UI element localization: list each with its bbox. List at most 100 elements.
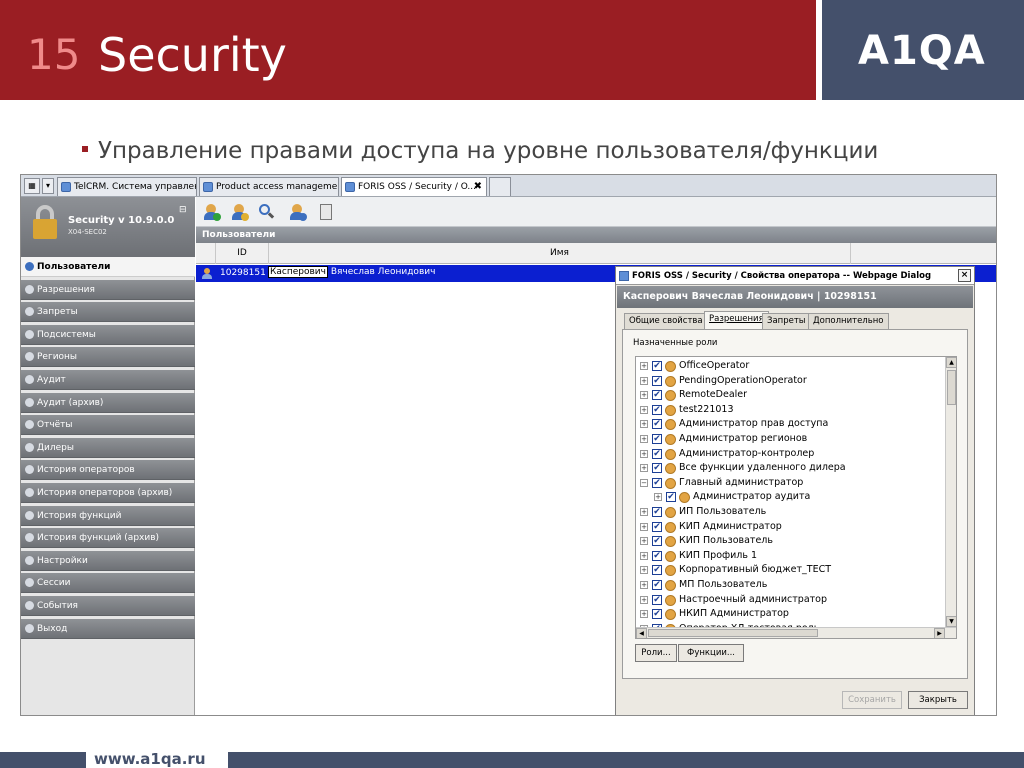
horizontal-scrollbar[interactable]: ◀ ▶ xyxy=(636,627,956,638)
scroll-left-button[interactable]: ◀ xyxy=(636,628,647,638)
role-item[interactable]: + ✔ Все функции удаленного дилера xyxy=(636,461,946,476)
close-icon[interactable]: ✖ xyxy=(474,178,482,196)
sidebar-item[interactable]: Регионы xyxy=(21,347,195,368)
role-item[interactable]: + ✔ PendingOperationOperator xyxy=(636,374,946,389)
role-item[interactable]: + ✔ Корпоративный бюджет_ТЕСТ xyxy=(636,563,946,578)
roles-tree[interactable]: + ✔ OfficeOperator + ✔ PendingOperationOperat… xyxy=(635,356,957,639)
browser-tab-product-access[interactable]: Product access management xyxy=(199,177,339,196)
role-checkbox[interactable]: ✔ xyxy=(652,477,662,488)
sidebar-item[interactable]: Запреты xyxy=(21,302,195,323)
role-item[interactable]: + ✔ OfficeOperator xyxy=(636,359,946,374)
expander-icon[interactable]: + xyxy=(640,391,648,400)
role-item[interactable]: + ✔ Администратор прав доступа xyxy=(636,417,946,432)
role-checkbox[interactable]: ✔ xyxy=(652,390,662,401)
role-checkbox[interactable]: ✔ xyxy=(652,506,662,517)
sidebar-item[interactable]: Аудит (архив) xyxy=(21,392,195,413)
report-icon[interactable] xyxy=(316,202,336,222)
role-checkbox[interactable]: ✔ xyxy=(652,594,662,605)
role-item[interactable]: + ✔ Администратор-контролер xyxy=(636,447,946,462)
sidebar-item[interactable]: История операторов xyxy=(21,460,195,481)
role-checkbox[interactable]: ✔ xyxy=(652,448,662,459)
edit-user-icon[interactable] xyxy=(230,202,250,222)
scroll-down-button[interactable]: ▼ xyxy=(946,616,956,627)
expander-icon[interactable]: + xyxy=(640,376,648,385)
dialog-close-button[interactable]: × xyxy=(958,269,971,282)
role-checkbox[interactable]: ✔ xyxy=(652,565,662,576)
expander-icon[interactable]: + xyxy=(640,537,648,546)
role-item[interactable]: + ✔ Настроечный администратор xyxy=(636,593,946,608)
role-item[interactable]: − ✔ Главный администратор xyxy=(636,476,946,491)
role-checkbox[interactable]: ✔ xyxy=(652,419,662,430)
sidebar-item[interactable]: История функций (архив) xyxy=(21,528,195,549)
expander-icon[interactable]: + xyxy=(640,405,648,414)
role-item[interactable]: + ✔ КИП Пользователь xyxy=(636,534,946,549)
scroll-up-button[interactable]: ▲ xyxy=(946,357,956,368)
tab-additional[interactable]: Дополнительно xyxy=(808,313,889,329)
tab-grid-icon[interactable]: ▦ xyxy=(24,178,40,194)
sidebar-item[interactable]: История функций xyxy=(21,505,195,526)
role-checkbox[interactable]: ✔ xyxy=(652,550,662,561)
role-checkbox[interactable]: ✔ xyxy=(652,375,662,386)
expander-icon[interactable]: + xyxy=(640,566,648,575)
expander-icon[interactable]: + xyxy=(640,522,648,531)
sidebar-item[interactable]: Сессии xyxy=(21,573,195,594)
role-checkbox[interactable]: ✔ xyxy=(652,521,662,532)
expander-icon[interactable]: + xyxy=(640,420,648,429)
close-button[interactable]: Закрыть xyxy=(908,691,968,709)
role-item[interactable]: + ✔ КИП Администратор xyxy=(636,520,946,535)
role-checkbox[interactable]: ✔ xyxy=(666,492,676,503)
user-properties-icon[interactable] xyxy=(288,202,308,222)
sidebar-item[interactable]: Отчёты xyxy=(21,415,195,436)
scroll-thumb[interactable] xyxy=(947,370,956,405)
scroll-thumb[interactable] xyxy=(648,629,818,637)
sidebar-item[interactable]: История операторов (архив) xyxy=(21,483,195,503)
role-item[interactable]: + ✔ ИП Пользователь xyxy=(636,505,946,520)
cell-name[interactable]: Касперович Вячеслав Леонидович xyxy=(268,266,435,280)
sidebar-item[interactable]: Настройки xyxy=(21,550,195,571)
roles-button[interactable]: Роли... xyxy=(635,644,677,662)
browser-tab-telcrm[interactable]: TelCRM. Система управлен... xyxy=(57,177,197,196)
expander-icon[interactable]: − xyxy=(640,478,648,487)
expander-icon[interactable]: + xyxy=(640,434,648,443)
role-item[interactable]: + ✔ Администратор аудита xyxy=(636,490,946,505)
expander-icon[interactable]: + xyxy=(640,610,648,619)
role-checkbox[interactable]: ✔ xyxy=(652,609,662,620)
role-checkbox[interactable]: ✔ xyxy=(652,433,662,444)
cell-name-selected[interactable]: Касперович xyxy=(268,266,328,278)
expander-icon[interactable]: + xyxy=(640,595,648,604)
role-checkbox[interactable]: ✔ xyxy=(652,404,662,415)
new-tab-button[interactable] xyxy=(489,177,511,196)
role-checkbox[interactable]: ✔ xyxy=(652,536,662,547)
role-item[interactable]: + ✔ RemoteDealer xyxy=(636,388,946,403)
role-checkbox[interactable]: ✔ xyxy=(652,579,662,590)
tab-permissions[interactable]: Разрешения xyxy=(704,311,769,329)
functions-button[interactable]: Функции... xyxy=(678,644,744,662)
sidebar-item[interactable]: Пользователи xyxy=(21,257,195,277)
search-icon[interactable] xyxy=(256,202,276,222)
expander-icon[interactable]: + xyxy=(640,464,648,473)
expander-icon[interactable]: + xyxy=(640,580,648,589)
sidebar-item[interactable]: Выход xyxy=(21,618,195,639)
footer-url[interactable]: www.a1qa.ru xyxy=(94,750,206,768)
sidebar-item[interactable]: События xyxy=(21,596,195,616)
expander-icon[interactable]: + xyxy=(654,493,662,502)
expander-icon[interactable]: + xyxy=(640,507,648,516)
vertical-scrollbar[interactable]: ▲ ▼ xyxy=(945,357,956,627)
role-checkbox[interactable]: ✔ xyxy=(652,361,662,371)
role-item[interactable]: + ✔ Администратор регионов xyxy=(636,432,946,447)
role-item[interactable]: + ✔ test221013 xyxy=(636,403,946,418)
add-user-icon[interactable] xyxy=(202,202,222,222)
role-item[interactable]: + ✔ КИП Профиль 1 xyxy=(636,549,946,564)
role-item[interactable]: + ✔ НКИП Администратор xyxy=(636,607,946,622)
scroll-right-button[interactable]: ▶ xyxy=(934,628,945,638)
collapse-icon[interactable]: ⊟ xyxy=(179,205,187,215)
sidebar-item[interactable]: Аудит xyxy=(21,370,195,390)
column-name[interactable]: Имя xyxy=(269,243,851,264)
sidebar-item[interactable]: Дилеры xyxy=(21,437,195,458)
role-item[interactable]: + ✔ МП Пользователь xyxy=(636,578,946,593)
tab-general[interactable]: Общие свойства xyxy=(624,313,708,329)
column-id[interactable]: ID xyxy=(216,243,269,264)
sidebar-item[interactable]: Подсистемы xyxy=(21,324,195,345)
browser-tab-foris-security[interactable]: FORIS OSS / Security / O... ✖ xyxy=(341,177,487,196)
expander-icon[interactable]: + xyxy=(640,362,648,370)
